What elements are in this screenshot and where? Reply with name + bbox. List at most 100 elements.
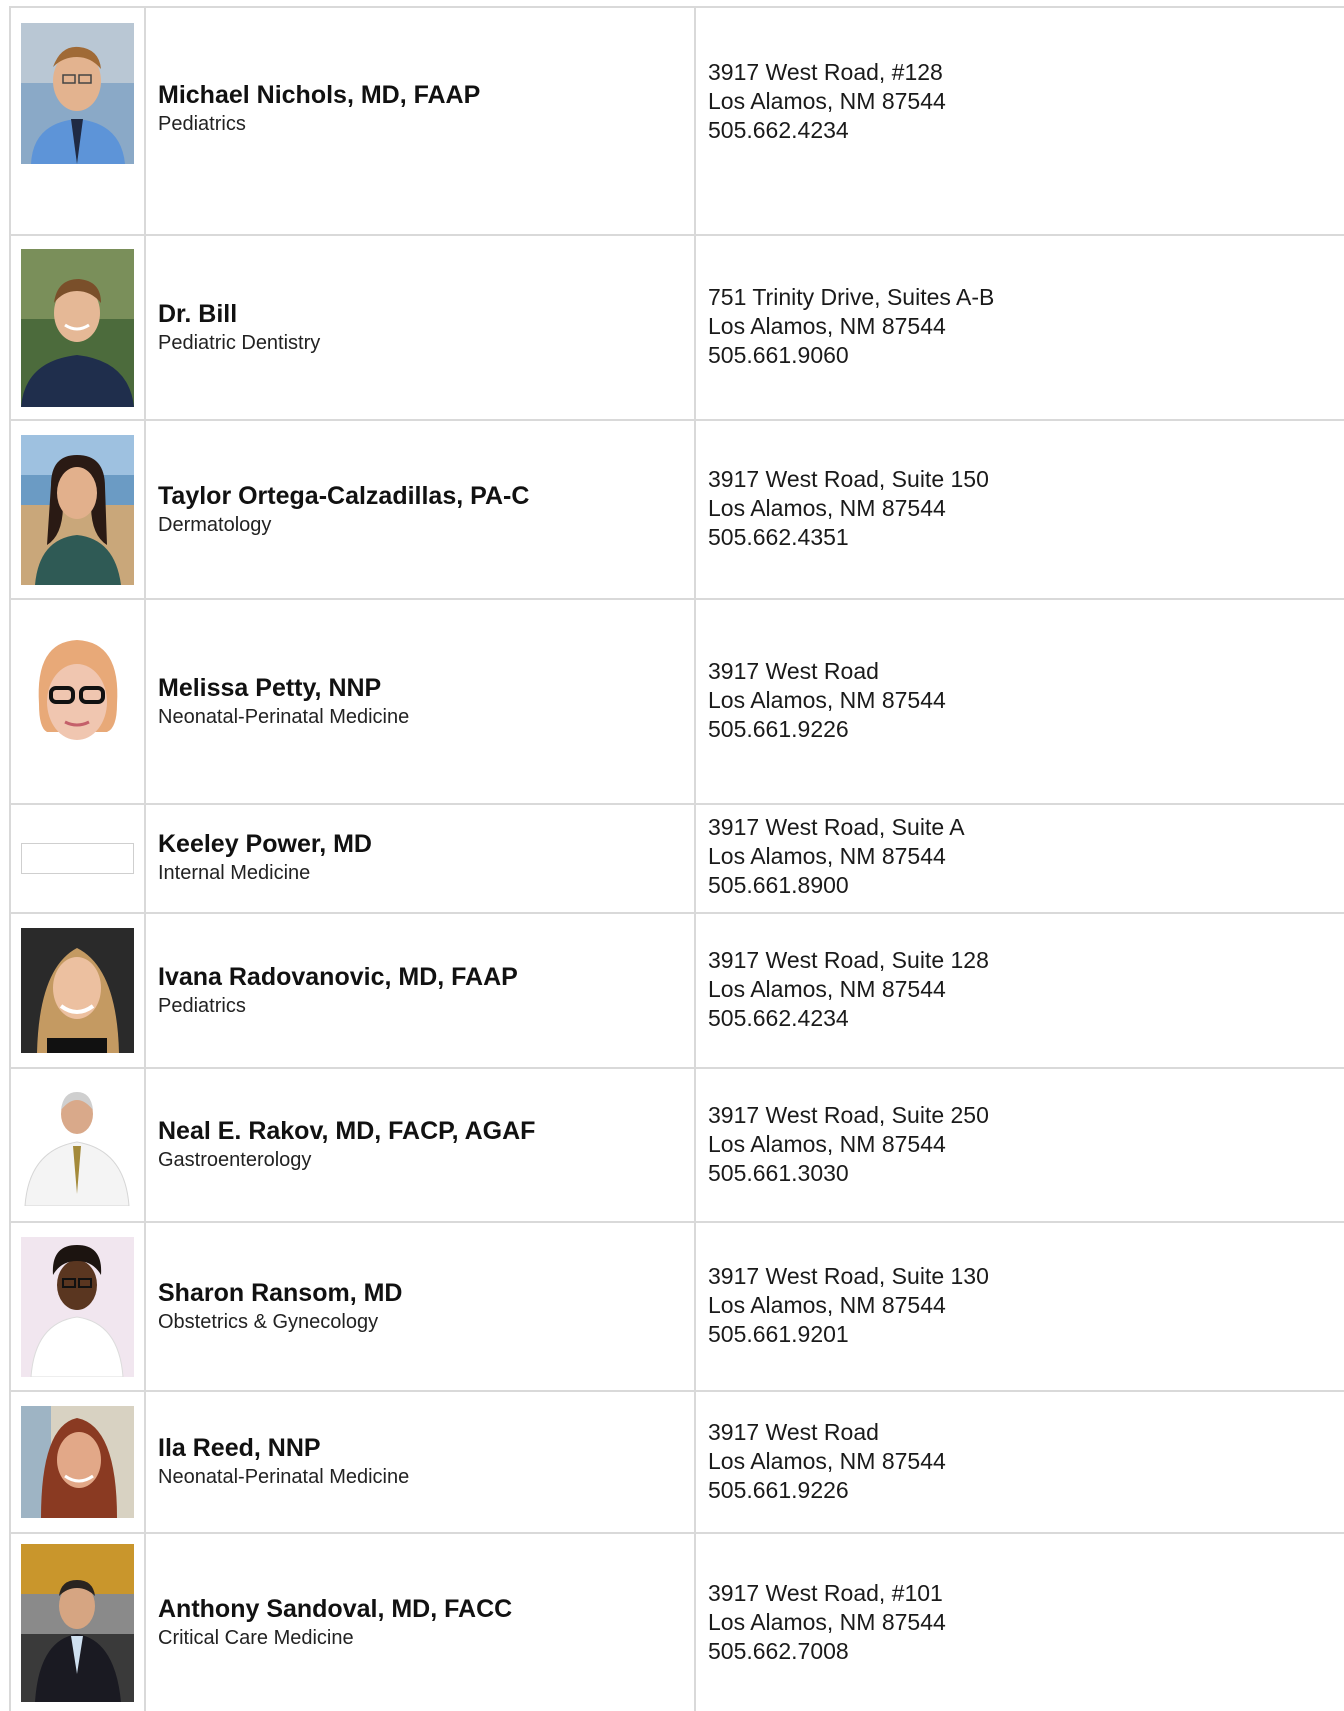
address-cell: 3917 West Road Los Alamos, NM 87544 505.… xyxy=(694,1390,1344,1534)
name-cell: Michael Nichols, MD, FAAP Pediatrics xyxy=(144,6,696,236)
provider-specialty: Neonatal-Perinatal Medicine xyxy=(158,705,410,728)
table-row: Sharon Ransom, MD Obstetrics & Gynecolog… xyxy=(9,1221,1344,1392)
address-line-2: Los Alamos, NM 87544 xyxy=(708,687,946,713)
name-cell: Taylor Ortega-Calzadillas, PA-C Dermatol… xyxy=(144,419,696,600)
provider-name[interactable]: Michael Nichols, MD, FAAP xyxy=(158,79,694,111)
name-cell: Ivana Radovanovic, MD, FAAP Pediatrics xyxy=(144,912,696,1069)
table-row: Neal E. Rakov, MD, FACP, AGAF Gastroente… xyxy=(9,1067,1344,1223)
provider-table: Michael Nichols, MD, FAAP Pediatrics 391… xyxy=(9,6,1344,1711)
phone-number[interactable]: 505.662.4351 xyxy=(708,523,1344,552)
phone-number[interactable]: 505.661.9226 xyxy=(708,1476,1344,1505)
provider-photo[interactable] xyxy=(21,928,134,1053)
provider-photo-placeholder[interactable] xyxy=(21,843,134,874)
address-line-1: 751 Trinity Drive, Suites A-B xyxy=(708,284,995,310)
phone-number[interactable]: 505.661.9226 xyxy=(708,715,1344,744)
table-row: Melissa Petty, NNP Neonatal-Perinatal Me… xyxy=(9,598,1344,805)
address-line-1: 3917 West Road, Suite A xyxy=(708,814,965,840)
provider-photo[interactable] xyxy=(21,1544,134,1702)
address-line-1: 3917 West Road, Suite 150 xyxy=(708,466,989,492)
provider-name[interactable]: Dr. Bill xyxy=(158,298,694,330)
address-line-1: 3917 West Road xyxy=(708,1418,879,1445)
name-cell: Anthony Sandoval, MD, FACC Critical Care… xyxy=(144,1532,696,1711)
address-line-2: Los Alamos, NM 87544 xyxy=(708,843,946,869)
provider-specialty: Pediatrics xyxy=(158,994,246,1017)
table-row: Ila Reed, NNP Neonatal-Perinatal Medicin… xyxy=(9,1390,1344,1534)
address-line-2: Los Alamos, NM 87544 xyxy=(708,1130,946,1157)
photo-cell xyxy=(9,1390,146,1534)
provider-photo[interactable] xyxy=(21,434,134,585)
phone-number[interactable]: 505.661.8900 xyxy=(708,871,1344,900)
photo-cell xyxy=(9,419,146,600)
table-row: Ivana Radovanovic, MD, FAAP Pediatrics 3… xyxy=(9,912,1344,1069)
address-cell: 3917 West Road, Suite 128 Los Alamos, NM… xyxy=(694,912,1344,1069)
provider-photo[interactable] xyxy=(21,1084,134,1206)
name-cell: Melissa Petty, NNP Neonatal-Perinatal Me… xyxy=(144,598,696,805)
address-line-2: Los Alamos, NM 87544 xyxy=(708,87,946,114)
address-cell: 751 Trinity Drive, Suites A-B Los Alamos… xyxy=(694,234,1344,421)
provider-photo[interactable] xyxy=(21,1406,134,1518)
photo-cell xyxy=(9,1221,146,1392)
table-row: Michael Nichols, MD, FAAP Pediatrics 391… xyxy=(9,6,1344,236)
phone-number[interactable]: 505.662.4234 xyxy=(708,1004,1344,1033)
photo-cell xyxy=(9,1532,146,1711)
address-line-2: Los Alamos, NM 87544 xyxy=(708,1292,946,1318)
provider-name[interactable]: Sharon Ransom, MD xyxy=(158,1277,694,1309)
table-row: Keeley Power, MD Internal Medicine 3917 … xyxy=(9,803,1344,914)
address-line-2: Los Alamos, NM 87544 xyxy=(708,976,946,1002)
phone-number[interactable]: 505.661.3030 xyxy=(708,1159,1344,1188)
address-line-1: 3917 West Road, #128 xyxy=(708,58,943,85)
provider-photo[interactable] xyxy=(21,22,134,164)
provider-specialty: Pediatric Dentistry xyxy=(158,331,321,354)
address-cell: 3917 West Road, #101 Los Alamos, NM 8754… xyxy=(694,1532,1344,1711)
photo-cell xyxy=(9,598,146,805)
provider-name[interactable]: Ila Reed, NNP xyxy=(158,1432,694,1464)
address-line-1: 3917 West Road, #101 xyxy=(708,1579,943,1606)
provider-name[interactable]: Ivana Radovanovic, MD, FAAP xyxy=(158,961,694,993)
provider-photo[interactable] xyxy=(21,248,134,407)
provider-name[interactable]: Keeley Power, MD xyxy=(158,828,694,860)
address-line-2: Los Alamos, NM 87544 xyxy=(708,313,946,339)
phone-number[interactable]: 505.661.9201 xyxy=(708,1320,1344,1349)
provider-specialty: Critical Care Medicine xyxy=(158,1627,354,1649)
photo-cell xyxy=(9,234,146,421)
address-line-2: Los Alamos, NM 87544 xyxy=(708,495,946,521)
photo-cell xyxy=(9,803,146,914)
provider-name[interactable]: Anthony Sandoval, MD, FACC xyxy=(158,1593,694,1625)
provider-specialty: Obstetrics & Gynecology xyxy=(158,1310,379,1333)
address-cell: 3917 West Road, Suite A Los Alamos, NM 8… xyxy=(694,803,1344,914)
address-cell: 3917 West Road, #128 Los Alamos, NM 8754… xyxy=(694,6,1344,236)
provider-specialty: Dermatology xyxy=(158,513,272,536)
address-line-1: 3917 West Road, Suite 128 xyxy=(708,947,989,973)
address-cell: 3917 West Road, Suite 130 Los Alamos, NM… xyxy=(694,1221,1344,1392)
photo-cell xyxy=(9,912,146,1069)
provider-directory-page: Michael Nichols, MD, FAAP Pediatrics 391… xyxy=(0,0,1344,1711)
phone-number[interactable]: 505.662.7008 xyxy=(708,1637,1344,1666)
address-cell: 3917 West Road Los Alamos, NM 87544 505.… xyxy=(694,598,1344,805)
name-cell: Keeley Power, MD Internal Medicine xyxy=(144,803,696,914)
provider-name[interactable]: Melissa Petty, NNP xyxy=(158,672,694,704)
phone-number[interactable]: 505.662.4234 xyxy=(708,116,1344,145)
address-line-2: Los Alamos, NM 87544 xyxy=(708,1608,946,1635)
photo-cell xyxy=(9,6,146,236)
address-line-1: 3917 West Road, Suite 130 xyxy=(708,1263,989,1289)
provider-name[interactable]: Neal E. Rakov, MD, FACP, AGAF xyxy=(158,1115,694,1147)
provider-specialty: Gastroenterology xyxy=(158,1149,312,1171)
table-row: Anthony Sandoval, MD, FACC Critical Care… xyxy=(9,1532,1344,1711)
phone-number[interactable]: 505.661.9060 xyxy=(708,341,1344,370)
name-cell: Sharon Ransom, MD Obstetrics & Gynecolog… xyxy=(144,1221,696,1392)
provider-specialty: Internal Medicine xyxy=(158,861,311,884)
table-row: Taylor Ortega-Calzadillas, PA-C Dermatol… xyxy=(9,419,1344,600)
name-cell: Ila Reed, NNP Neonatal-Perinatal Medicin… xyxy=(144,1390,696,1534)
provider-specialty: Pediatrics xyxy=(158,113,246,135)
address-cell: 3917 West Road, Suite 250 Los Alamos, NM… xyxy=(694,1067,1344,1223)
address-line-2: Los Alamos, NM 87544 xyxy=(708,1447,946,1474)
address-line-1: 3917 West Road, Suite 250 xyxy=(708,1101,989,1128)
provider-photo[interactable] xyxy=(21,1236,134,1377)
provider-name[interactable]: Taylor Ortega-Calzadillas, PA-C xyxy=(158,480,694,512)
provider-photo[interactable] xyxy=(21,631,134,772)
provider-specialty: Neonatal-Perinatal Medicine xyxy=(158,1466,410,1488)
name-cell: Dr. Bill Pediatric Dentistry xyxy=(144,234,696,421)
table-row: Dr. Bill Pediatric Dentistry 751 Trinity… xyxy=(9,234,1344,421)
name-cell: Neal E. Rakov, MD, FACP, AGAF Gastroente… xyxy=(144,1067,696,1223)
address-cell: 3917 West Road, Suite 150 Los Alamos, NM… xyxy=(694,419,1344,600)
